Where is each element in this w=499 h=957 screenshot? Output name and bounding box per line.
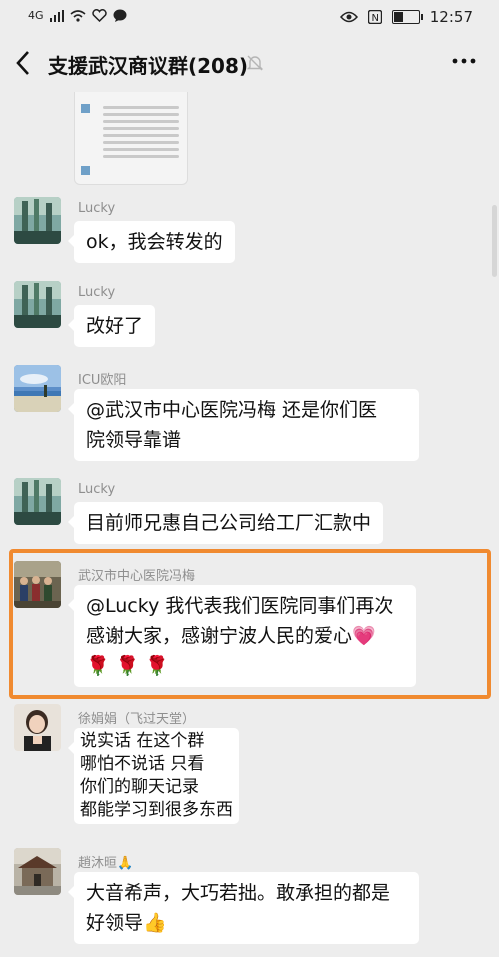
avatar[interactable] bbox=[14, 848, 61, 895]
signal-label: 4G bbox=[28, 9, 44, 22]
thumb-text-lines bbox=[95, 92, 187, 158]
eye-icon bbox=[339, 11, 358, 23]
status-bar: 4G N 12:57 bbox=[0, 0, 499, 36]
message-line: 院领导靠谱 bbox=[86, 429, 182, 451]
avatar[interactable] bbox=[14, 478, 61, 525]
clock: 12:57 bbox=[429, 8, 473, 26]
message-bubble[interactable]: 目前师兄惠自己公司给工厂汇款中 bbox=[67, 502, 384, 544]
message-bubble[interactable]: @武汉市中心医院冯梅 还是你们医 院领导靠谱 bbox=[68, 389, 419, 461]
message-line: 你们的聊天记录 bbox=[80, 777, 199, 797]
chat-title[interactable]: 支援武汉商议群(208) bbox=[48, 50, 248, 79]
wifi-icon bbox=[70, 9, 86, 22]
message-bubble[interactable]: 大音希声，大巧若拙。敢承担的都是 好领导👍 bbox=[68, 872, 419, 944]
message-bubble[interactable]: ok，我会转发的 bbox=[68, 221, 235, 263]
image-message-thumbnail[interactable] bbox=[74, 92, 188, 185]
back-icon[interactable] bbox=[14, 48, 34, 78]
mute-bell-icon bbox=[246, 55, 264, 71]
sender-name: Lucky bbox=[78, 201, 116, 216]
message-line: 说实话 在这个群 bbox=[80, 731, 205, 751]
message-bubble[interactable]: 改好了 bbox=[67, 305, 156, 347]
message-bubble[interactable]: 说实话 在这个群 哪怕不说话 只看 你们的聊天记录 都能学习到很多东西 bbox=[68, 728, 239, 824]
signal-icon bbox=[49, 9, 64, 22]
status-left: 4G bbox=[28, 9, 127, 22]
sender-name: 趙沐晅🙏 bbox=[78, 856, 134, 871]
more-icon[interactable] bbox=[451, 46, 477, 76]
sender-name: ICU欧阳 bbox=[78, 373, 127, 388]
heart-icon bbox=[91, 9, 107, 22]
message-line: 大音希声，大巧若拙。敢承担的都是 bbox=[86, 882, 391, 904]
highlight-box bbox=[9, 549, 491, 699]
message-text: 目前师兄惠自己公司给工厂汇款中 bbox=[86, 512, 372, 534]
thumb-avatar-2 bbox=[81, 166, 90, 175]
thumb-avatar bbox=[81, 104, 90, 113]
message-line: @武汉市中心医院冯梅 还是你们医 bbox=[86, 399, 378, 421]
avatar[interactable] bbox=[14, 365, 61, 412]
nfc-icon: N bbox=[367, 10, 382, 24]
message-line: 好领导👍 bbox=[86, 912, 167, 934]
message-line: 都能学习到很多东西 bbox=[80, 800, 233, 820]
status-right: N 12:57 bbox=[339, 8, 473, 26]
avatar[interactable] bbox=[14, 704, 61, 751]
sender-name: Lucky bbox=[78, 285, 116, 300]
avatar[interactable] bbox=[14, 281, 61, 328]
message-text: ok，我会转发的 bbox=[86, 231, 223, 253]
avatar[interactable] bbox=[14, 197, 61, 244]
chat-header: 支援武汉商议群(208) bbox=[0, 36, 499, 92]
message-text: 改好了 bbox=[86, 315, 144, 337]
svg-text:N: N bbox=[371, 13, 378, 24]
sender-name: 徐娟娟（飞过天堂） bbox=[78, 712, 196, 727]
message-line: 哪怕不说话 只看 bbox=[80, 754, 205, 774]
chat-icon bbox=[113, 9, 127, 22]
battery-icon bbox=[391, 10, 423, 24]
scrollbar[interactable] bbox=[492, 205, 497, 277]
sender-name: Lucky bbox=[78, 482, 116, 497]
